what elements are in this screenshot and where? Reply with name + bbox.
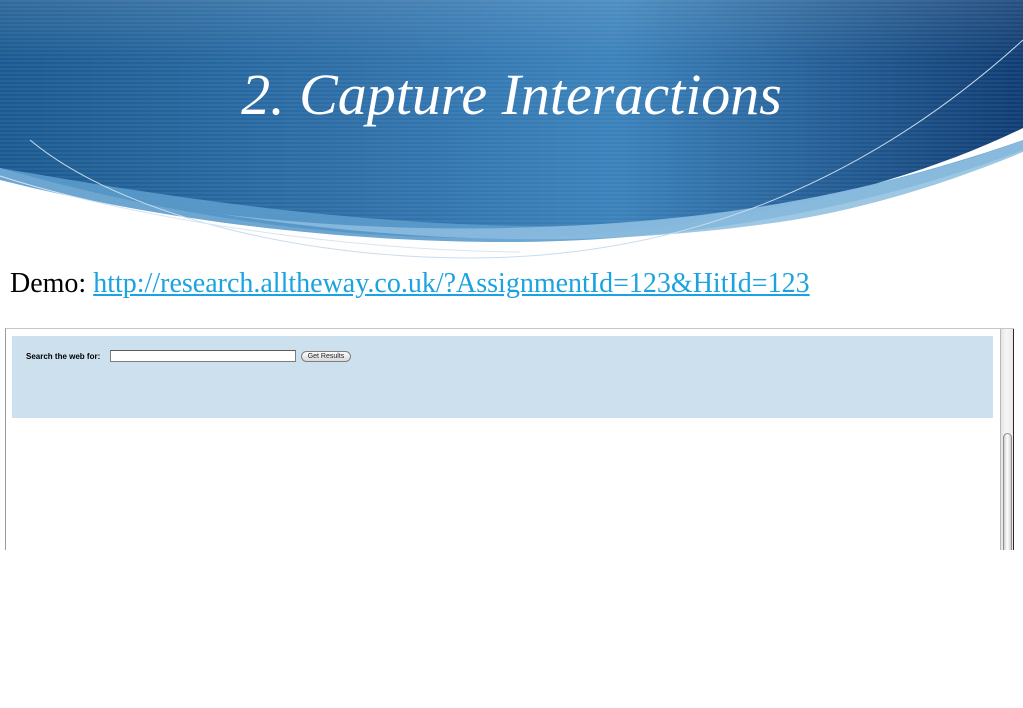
search-input[interactable] (110, 350, 296, 362)
embedded-browser-screenshot: Search the web for: Get Results (5, 328, 1014, 550)
demo-label: Demo: (10, 268, 87, 299)
presentation-slide: 2. Capture Interactions Demo: http://res… (0, 0, 1023, 708)
demo-line: Demo: http://research.alltheway.co.uk/?A… (10, 266, 810, 302)
header-wave-graphic (0, 0, 1023, 259)
vertical-scrollbar[interactable] (1000, 329, 1014, 550)
slide-title: 2. Capture Interactions (241, 62, 782, 127)
search-panel: Search the web for: Get Results (12, 336, 993, 418)
get-results-button[interactable]: Get Results (301, 351, 351, 362)
scrollbar-thumb[interactable] (1003, 433, 1012, 550)
browser-page-area: Search the web for: Get Results (6, 329, 1001, 550)
demo-url-link[interactable]: http://research.alltheway.co.uk/?Assignm… (93, 268, 809, 299)
search-label: Search the web for: (26, 352, 101, 361)
